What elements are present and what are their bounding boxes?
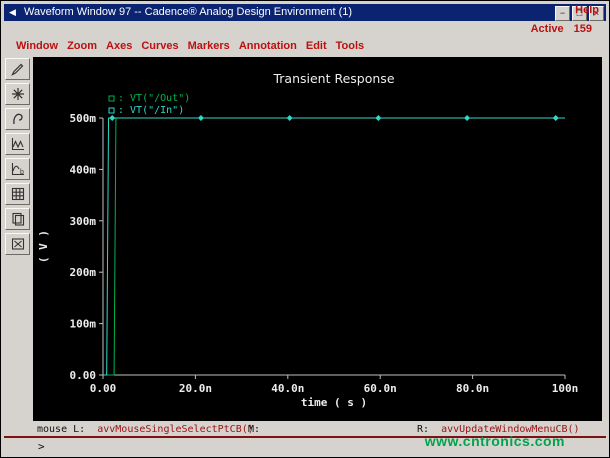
y-tick-label: 0.00 [70, 369, 97, 382]
x-tick-label: 60.0n [364, 382, 397, 395]
plot-title: Transient Response [272, 71, 394, 86]
y-tick-label: 100m [70, 318, 97, 331]
calculator-grid-icon [11, 187, 24, 201]
menu-item-curves[interactable]: Curves [141, 40, 178, 52]
menu-item-tools[interactable]: Tools [336, 40, 365, 52]
series-marker-diamond [552, 115, 559, 121]
menu-item-axes[interactable]: Axes [106, 40, 132, 52]
active-count: 159 [573, 23, 592, 35]
waveform-b-tool-button[interactable]: b [5, 158, 30, 180]
legend-label: : VT("/In") [118, 105, 184, 116]
active-label: Active [530, 23, 564, 35]
series-marker-diamond [375, 115, 382, 121]
menu-item-markers[interactable]: Markers [188, 40, 230, 52]
copy-tool-button[interactable] [5, 208, 30, 230]
window-title: Waveform Window 97 -- Cadence® Analog De… [24, 6, 353, 18]
legend-label: : VT("/Out") [118, 93, 190, 104]
hook-icon [12, 113, 23, 125]
prompt-caret: > [38, 440, 45, 453]
series-marker-diamond [286, 115, 293, 121]
legend-swatch [108, 107, 115, 114]
waveform-b-icon: b [11, 163, 24, 176]
x-tick-label: 20.0n [179, 382, 212, 395]
status-mouse-left: mouse L: avvMouseSingleSelectPtCB() [37, 424, 254, 435]
erase-tool-button[interactable] [5, 233, 30, 255]
y-tick-label: 500m [70, 112, 97, 125]
calculator-tool-button[interactable] [5, 183, 30, 205]
series-marker-diamond [464, 115, 471, 121]
x-tick-label: 80.0n [456, 382, 489, 395]
axes [102, 118, 565, 376]
y-tick-label: 200m [70, 266, 97, 279]
watermark-text: www.cntronics.com [424, 433, 565, 449]
legend-swatch [108, 95, 115, 102]
zoom-star-icon [11, 88, 24, 100]
overlay-waveform-icon [11, 138, 24, 151]
plot-canvas[interactable]: Transient Response 0.00 100m 200m 300m 400m 50… [33, 57, 602, 421]
menu-item-annotation[interactable]: Annotation [239, 40, 297, 52]
active-status-bar: Active 159 [4, 21, 606, 36]
copy-pages-icon [11, 212, 24, 226]
menu-item-help[interactable]: Help [575, 4, 599, 16]
minimize-icon[interactable]: − [555, 6, 570, 21]
series-line-0 [103, 117, 565, 376]
series-marker-diamond [197, 115, 204, 121]
x-tick-label: 100n [552, 382, 579, 395]
probe-tool-button[interactable] [5, 58, 30, 80]
y-axis-label: ( V ) [37, 230, 50, 263]
hook-tool-button[interactable] [5, 108, 30, 130]
active-indicator: Active 159 [531, 23, 592, 35]
series-marker-diamond [109, 115, 116, 121]
menu-item-edit[interactable]: Edit [306, 40, 327, 52]
y-tick-label: 400m [70, 163, 97, 176]
menu-item-zoom[interactable]: Zoom [67, 40, 97, 52]
x-tick-label: 0.00 [90, 382, 117, 395]
x-tick-label: 40.0n [271, 382, 304, 395]
status-mouse-middle: M: [248, 424, 261, 435]
plot-area: Transient Response 0.00 100m 200m 300m 400m 50… [33, 57, 602, 421]
zoom-star-tool-button[interactable] [5, 83, 30, 105]
menu-bar: Window Zoom Axes Curves Markers Annotation Edi… [4, 36, 606, 55]
series-line-1 [103, 117, 565, 376]
x-axis-label: time ( s ) [301, 396, 367, 409]
tool-palette: b [5, 58, 33, 258]
waveform-window: ◀ Waveform Window 97 -- Cadence® Analog … [0, 0, 610, 458]
window-menu-arrow-icon[interactable]: ◀ [9, 4, 16, 21]
y-tick-label: 300m [70, 215, 97, 228]
overlay-waveform-tool-button[interactable] [5, 133, 30, 155]
probe-pen-icon [10, 63, 23, 76]
erase-box-icon [11, 238, 24, 250]
title-bar[interactable]: ◀ Waveform Window 97 -- Cadence® Analog … [4, 4, 606, 21]
menu-item-window[interactable]: Window [16, 40, 58, 52]
svg-text:b: b [20, 169, 24, 176]
